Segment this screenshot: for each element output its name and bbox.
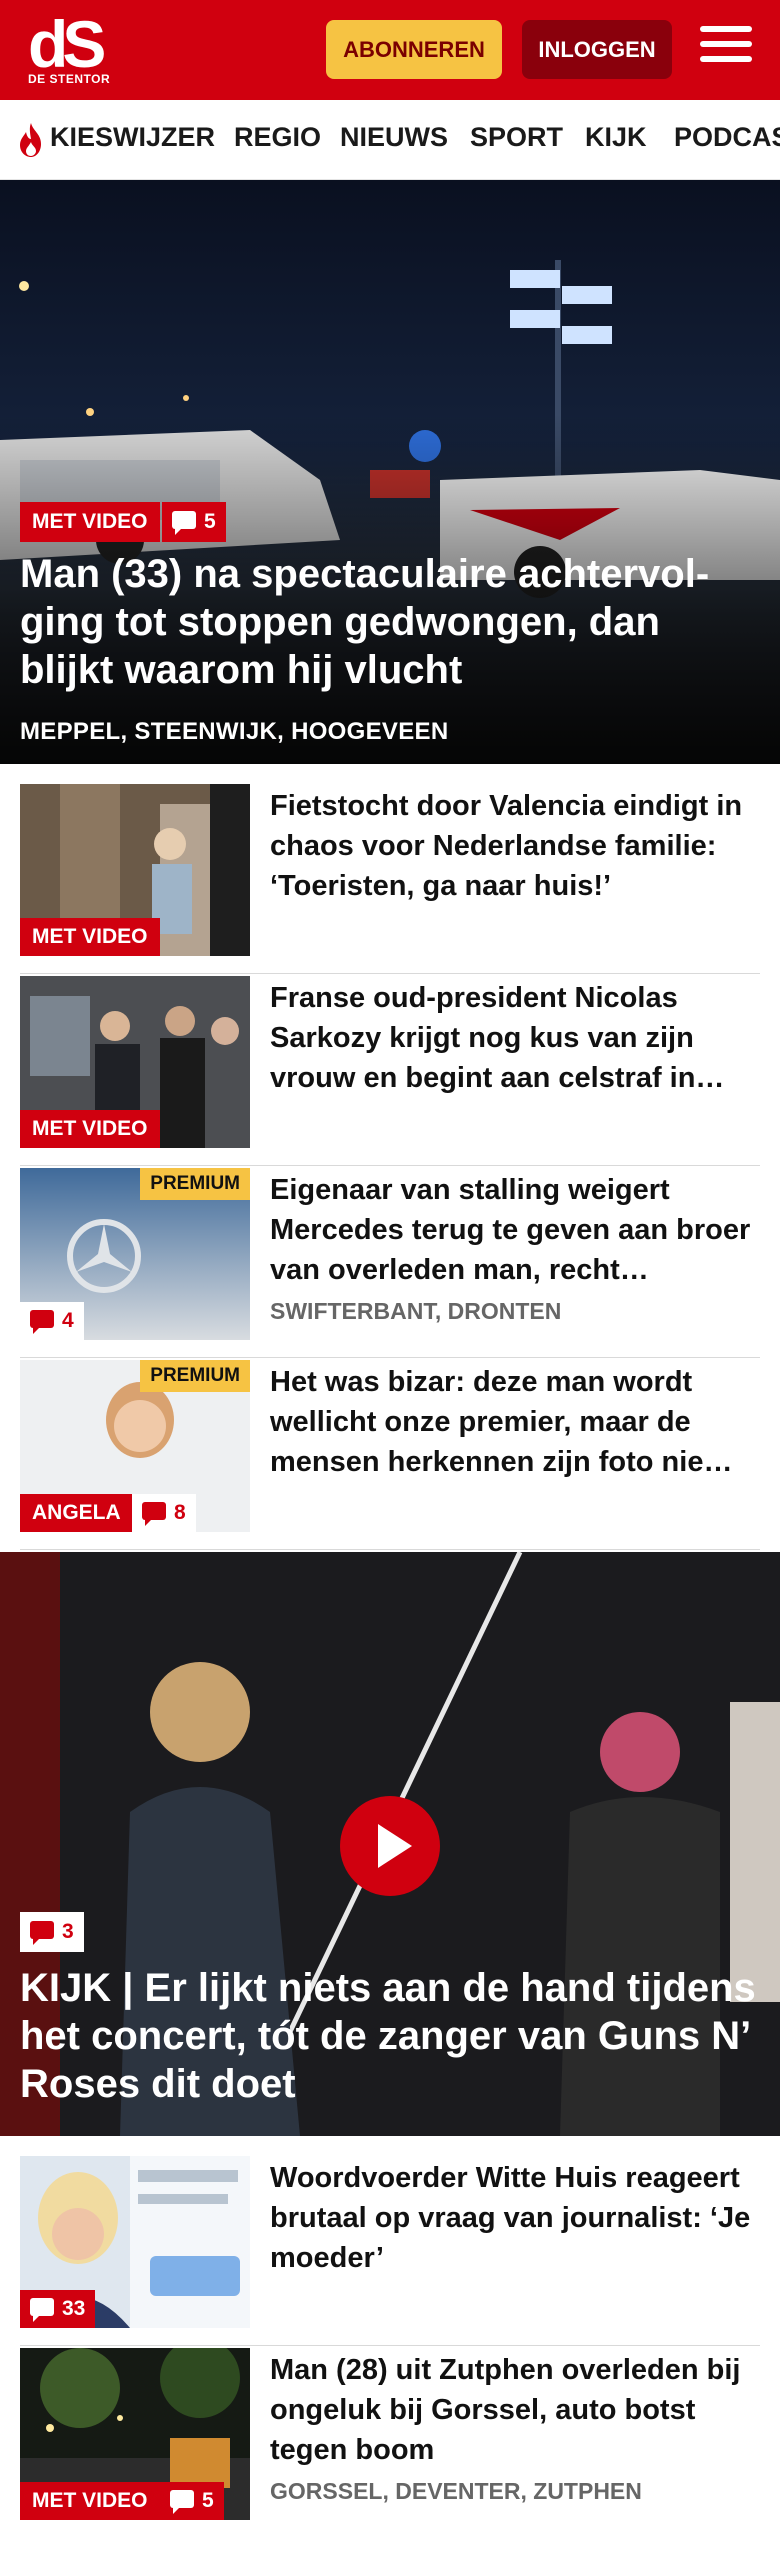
comment-count-badge[interactable]: 5 <box>162 502 226 542</box>
premium-badge: PREMIUM <box>140 1168 250 1200</box>
comment-icon <box>170 2490 194 2515</box>
logo-mark: dS <box>28 7 106 81</box>
article-thumbnail: PREMIUM 4 <box>20 1168 250 1340</box>
comment-count-badge[interactable]: 8 <box>132 1494 196 1532</box>
video-badge: MET VIDEO <box>20 502 160 542</box>
feature-title[interactable]: KIJK | Er lijkt niets aan de hand tijden… <box>20 1964 770 2108</box>
video-feature[interactable]: 3 KIJK | Er lijkt niets aan de hand tijd… <box>0 1552 780 2136</box>
comment-count-badge[interactable]: 5 <box>160 2482 224 2520</box>
article-item[interactable]: MET VIDEO Franse oud-president Nicolas S… <box>20 976 760 1166</box>
main-nav: KIESWIJZER REGIO NIEUWS SPORT KIJK PODCA… <box>0 100 780 180</box>
hero-article[interactable]: MET VIDEO 5 Man (33) na spectaculaire ac… <box>0 180 780 764</box>
article-thumbnail: MET VIDEO <box>20 784 250 956</box>
login-button[interactable]: INLOGGEN <box>522 20 672 79</box>
article-thumbnail: MET VIDEO <box>20 976 250 1148</box>
nav-item-sport[interactable]: SPORT <box>470 122 563 153</box>
topic-badge[interactable]: ANGELA <box>20 1494 133 1532</box>
nav-item-kijk[interactable]: KIJK <box>585 122 647 153</box>
logo-subtitle: DE STENTOR <box>28 72 111 86</box>
comment-icon <box>30 1921 54 1946</box>
article-item[interactable]: PREMIUM ANGELA 8 Het was bizar: deze man… <box>20 1360 760 1550</box>
article-thumbnail: MET VIDEO 5 <box>20 2348 250 2520</box>
comment-icon <box>30 1310 54 1335</box>
video-badge: MET VIDEO <box>20 1110 160 1148</box>
subscribe-button[interactable]: ABONNEREN <box>326 20 502 79</box>
article-item[interactable]: 33 Woordvoerder Witte Huis reageert brut… <box>20 2156 760 2346</box>
article-title[interactable]: Fietstocht door Valencia eindigt in chao… <box>270 786 760 906</box>
article-item[interactable]: PREMIUM 4 Eigenaar van stalling weigert … <box>20 1168 760 1358</box>
premium-badge: PREMIUM <box>140 1360 250 1392</box>
article-locations: GORSSEL, DEVENTER, ZUTPHEN <box>270 2478 642 2504</box>
nav-item-nieuws[interactable]: NIEUWS <box>340 122 448 153</box>
article-thumbnail: PREMIUM ANGELA 8 <box>20 1360 250 1532</box>
video-badge: MET VIDEO <box>20 918 160 956</box>
article-title[interactable]: Woordvoerder Witte Huis reageert brutaal… <box>270 2158 760 2278</box>
article-title[interactable]: Eigenaar van stalling weigert Mercedes t… <box>270 1170 760 1290</box>
site-logo[interactable]: dS DE STENTOR <box>28 7 118 88</box>
article-title[interactable]: Man (28) uit Zutphen overleden bij ongel… <box>270 2350 760 2470</box>
article-locations: SWIFTERBANT, DRONTEN <box>270 1298 562 1324</box>
article-item[interactable]: MET VIDEO Fietstocht door Valencia eindi… <box>20 784 760 974</box>
article-thumbnail: 33 <box>20 2156 250 2328</box>
hero-title[interactable]: Man (33) na spectaculaire achtervol­ging… <box>20 550 760 694</box>
comment-count-badge[interactable]: 33 <box>20 2290 96 2328</box>
nav-item-podcast[interactable]: PODCAS <box>674 122 780 153</box>
nav-item-regio[interactable]: REGIO <box>234 122 321 153</box>
top-bar: dS DE STENTOR ABONNEREN INLOGGEN <box>0 0 780 100</box>
comment-count-badge[interactable]: 4 <box>20 1302 84 1340</box>
play-button[interactable] <box>340 1796 440 1896</box>
comment-icon <box>30 2298 54 2323</box>
flame-icon <box>20 123 41 157</box>
comment-count-badge[interactable]: 3 <box>20 1912 84 1952</box>
article-item[interactable]: MET VIDEO 5 Man (28) uit Zutphen overled… <box>20 2348 760 2538</box>
comment-icon <box>172 511 196 536</box>
nav-item-kieswijzer[interactable]: KIESWIJZER <box>50 122 215 153</box>
article-title[interactable]: Het was bizar: deze man wordt wellicht o… <box>270 1362 760 1482</box>
hero-locations: MEPPEL, STEENWIJK, HOOGEVEEN <box>20 718 449 745</box>
article-title[interactable]: Franse oud-president Nicolas Sarkozy kri… <box>270 978 760 1098</box>
menu-icon[interactable] <box>700 26 752 72</box>
video-badge: MET VIDEO <box>20 2482 160 2520</box>
comment-icon <box>142 1502 166 1527</box>
